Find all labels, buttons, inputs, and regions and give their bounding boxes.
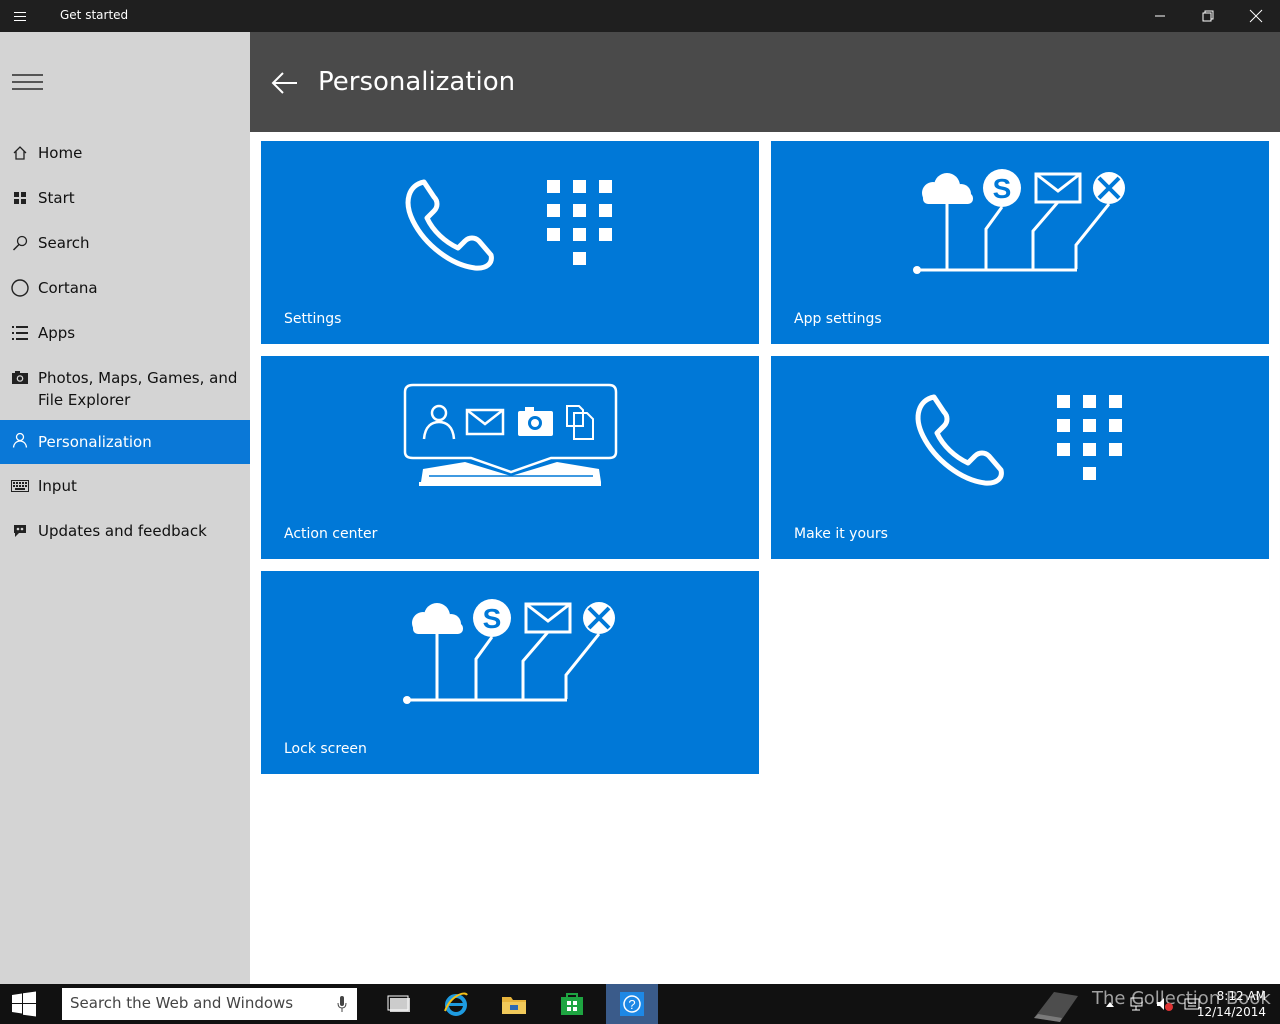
sidebar-item-personalization[interactable]: Personalization <box>0 420 250 464</box>
taskbar-clock[interactable]: 8:12 AM 12/14/2014 <box>1197 988 1266 1020</box>
title-bar: Get started <box>0 0 1280 32</box>
restore-button[interactable] <box>1185 0 1231 32</box>
sidebar: Home Start Search Cortana Apps Photos, M… <box>0 32 250 984</box>
sidebar-item-search[interactable]: Search <box>0 232 250 254</box>
tile-label: Make it yours <box>794 526 888 542</box>
tile-label: Settings <box>284 311 342 327</box>
taskbar-file-explorer[interactable] <box>490 984 538 1024</box>
apps-list-icon <box>11 324 29 342</box>
sidebar-item-home[interactable]: Home <box>0 142 250 164</box>
start-button[interactable] <box>0 984 48 1024</box>
sidebar-item-apps[interactable]: Apps <box>0 322 250 344</box>
home-icon <box>11 144 29 162</box>
close-button[interactable] <box>1233 0 1279 32</box>
book-watermark-icon <box>1034 992 1078 1022</box>
task-view-button[interactable] <box>375 984 423 1024</box>
sidebar-item-cortana[interactable]: Cortana <box>0 277 250 299</box>
tile-settings[interactable]: Settings <box>261 141 759 344</box>
sidebar-item-start[interactable]: Start <box>0 187 250 209</box>
back-arrow-icon <box>271 72 297 94</box>
system-tray <box>1104 984 1200 1024</box>
restore-icon <box>1202 10 1214 22</box>
folder-icon <box>502 997 526 1014</box>
close-icon <box>1249 9 1263 23</box>
microphone-icon <box>337 996 347 1012</box>
keyboard-icon <box>11 477 29 495</box>
taskbar-store[interactable] <box>548 984 596 1024</box>
tile-lock-screen[interactable]: S Lock screen <box>261 571 759 774</box>
cortana-circle-icon <box>11 279 29 297</box>
minimize-icon <box>1155 15 1165 17</box>
feedback-icon <box>11 522 29 540</box>
tile-label: Action center <box>284 526 378 542</box>
taskbar: Search the Web and Windows ? The Collect… <box>0 984 1280 1024</box>
network-icon[interactable] <box>1128 997 1144 1011</box>
help-icon: ? <box>620 992 644 1016</box>
store-icon <box>561 993 583 1015</box>
clock-date: 12/14/2014 <box>1196 1005 1266 1019</box>
page-header: Personalization <box>250 32 1280 132</box>
menu-icon[interactable] <box>14 9 34 23</box>
person-icon <box>11 431 29 449</box>
internet-explorer-icon <box>444 992 468 1016</box>
search-icon <box>11 234 29 252</box>
window-title: Get started <box>60 8 129 22</box>
show-hidden-icons-icon[interactable] <box>1104 998 1116 1010</box>
volume-muted-icon[interactable] <box>1156 997 1174 1011</box>
tile-label: App settings <box>794 311 882 327</box>
svg-text:S: S <box>483 603 502 634</box>
start-grid-icon <box>11 189 29 207</box>
windows-logo-icon <box>12 991 36 1017</box>
tile-action-center[interactable]: Action center <box>261 356 759 559</box>
svg-text:S: S <box>993 173 1012 204</box>
taskbar-ie[interactable] <box>432 984 480 1024</box>
page-title: Personalization <box>318 67 516 97</box>
clock-time: 8:12 AM <box>1216 989 1266 1003</box>
search-placeholder: Search the Web and Windows <box>70 994 294 1012</box>
sidebar-item-updates-feedback[interactable]: Updates and feedback <box>0 520 250 542</box>
camera-icon <box>11 369 29 387</box>
taskbar-search-input[interactable]: Search the Web and Windows <box>62 988 357 1020</box>
tile-make-it-yours[interactable]: Make it yours <box>771 356 1269 559</box>
task-view-icon <box>387 995 410 1012</box>
svg-text:?: ? <box>628 997 635 1012</box>
back-button[interactable] <box>270 68 300 98</box>
taskbar-get-started[interactable]: ? <box>606 984 658 1024</box>
minimize-button[interactable] <box>1137 0 1183 32</box>
tile-app-settings[interactable]: S App settings <box>771 141 1269 344</box>
sidebar-menu-icon[interactable] <box>12 74 44 92</box>
tile-label: Lock screen <box>284 741 367 757</box>
sidebar-item-photos-maps-games[interactable]: Photos, Maps, Games, and File Explorer <box>0 367 250 411</box>
sidebar-item-input[interactable]: Input <box>0 475 250 497</box>
